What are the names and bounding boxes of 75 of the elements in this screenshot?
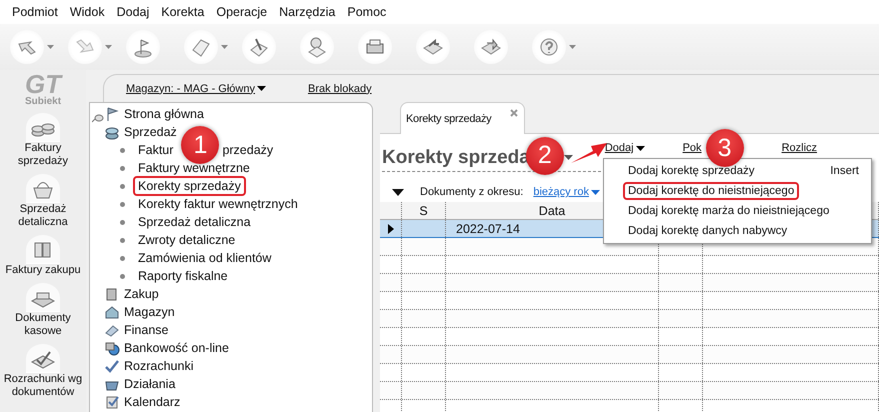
tree-item[interactable]: Finanse [124, 323, 168, 337]
bullet-icon [120, 274, 125, 278]
collapse-icon[interactable] [392, 188, 404, 196]
tree-item[interactable]: Zwroty detaliczne [133, 230, 240, 250]
tree-item[interactable]: Sprzedaż detaliczna [133, 212, 256, 232]
close-icon[interactable] [510, 108, 518, 116]
bullet-icon [120, 220, 125, 224]
checked-documents-icon[interactable] [26, 344, 60, 373]
menu-option[interactable]: Dodaj korektę marża do nieistniejącego [623, 202, 834, 220]
caret-icon[interactable] [564, 155, 573, 160]
tree-item[interactable]: Korekty faktur wewnętrznych [133, 194, 303, 214]
menu-option[interactable]: Dodaj korektę danych nabywcy [623, 222, 792, 240]
caret-icon[interactable] [636, 146, 645, 150]
menu-item[interactable]: Korekta [155, 5, 210, 19]
period-dropdown[interactable]: bieżący rok [533, 186, 589, 198]
nav-item[interactable]: Rozrachunki wg dokumentów [1, 373, 85, 399]
menu-option[interactable]: Dodaj korektę do nieistniejącego [623, 182, 800, 200]
tree-item[interactable]: Raporty fiskalne [133, 266, 233, 286]
tree-item[interactable]: Zamówienia od klientów [133, 248, 276, 268]
filter-label: Dokumenty z okresu: [420, 186, 524, 198]
step-badge: 1 [181, 126, 220, 164]
bullet-icon [120, 238, 125, 242]
tree-item[interactable]: Kalendarz [124, 395, 180, 409]
menu-item[interactable]: Dodaj [110, 5, 156, 19]
menu-item[interactable]: Podmiot [6, 5, 64, 19]
basket-icon[interactable] [26, 174, 60, 203]
tree-item[interactable]: Zakup [124, 287, 159, 301]
tree-item[interactable]: Korekty sprzedaży [133, 176, 246, 196]
menu-item[interactable]: Narzędzia [273, 5, 342, 19]
bullet-icon [120, 256, 125, 260]
action-link[interactable]: Rozlicz [782, 142, 818, 154]
action-link[interactable]: Pok [682, 142, 702, 154]
nav-item[interactable]: Dokumenty kasowe [1, 312, 85, 338]
binders-icon[interactable] [26, 235, 60, 264]
help-icon[interactable] [532, 30, 566, 64]
bullet-icon [120, 166, 125, 170]
tree-item-text: przedaży [222, 143, 274, 157]
tree-item[interactable]: Sprzedaż [124, 125, 177, 139]
coins-icon[interactable] [26, 113, 60, 142]
pointer-arrow-icon [570, 140, 607, 164]
lock-link[interactable]: Brak blokady [308, 82, 372, 94]
tree-item[interactable]: Magazyn [124, 305, 175, 319]
column-header[interactable]: S [419, 204, 428, 218]
menu-item[interactable]: Widok [64, 5, 111, 19]
logo-name: Subiekt [24, 96, 62, 107]
action-link[interactable]: Dodaj [604, 142, 634, 154]
tree-item[interactable]: Rozrachunki [124, 359, 194, 373]
caret-icon[interactable] [256, 86, 266, 91]
table-cell-text: 2022-07-14 [455, 222, 520, 236]
logo-mark: GT [24, 72, 62, 96]
checklist-icon [104, 394, 120, 410]
tag-icon[interactable] [184, 30, 218, 64]
bullet-icon [120, 148, 125, 152]
printer-icon[interactable] [358, 30, 392, 64]
menu-item[interactable]: Operacje [210, 5, 274, 19]
flag-icon[interactable] [126, 30, 160, 64]
column-header[interactable]: Data [538, 204, 566, 218]
tree-item[interactable]: Faktur [133, 140, 178, 160]
nav-item[interactable]: Sprzedaż detaliczna [1, 203, 85, 229]
tree-item[interactable]: Strona główna [124, 107, 204, 121]
checkmark-icon [104, 358, 120, 374]
shortcut-label: Insert [830, 165, 859, 177]
nav-item[interactable]: Faktury zakupu [5, 264, 81, 277]
bullet-icon [120, 202, 125, 206]
tree-item[interactable]: Bankowość on-line [124, 341, 229, 355]
pin-icon[interactable] [92, 113, 104, 123]
tree-item[interactable]: Działania [124, 377, 176, 391]
menu-item[interactable]: Pomoc [341, 5, 392, 19]
warehouse-dropdown[interactable]: Magazyn: - MAG - Główny [126, 82, 255, 94]
step-badge: 3 [706, 129, 744, 167]
pen-icon[interactable] [242, 30, 276, 64]
nav-item[interactable]: Faktury sprzedaży [1, 142, 85, 168]
bullet-icon [120, 184, 125, 188]
tab[interactable]: Korekty sprzedaży [400, 102, 525, 134]
house-icon [104, 304, 120, 320]
